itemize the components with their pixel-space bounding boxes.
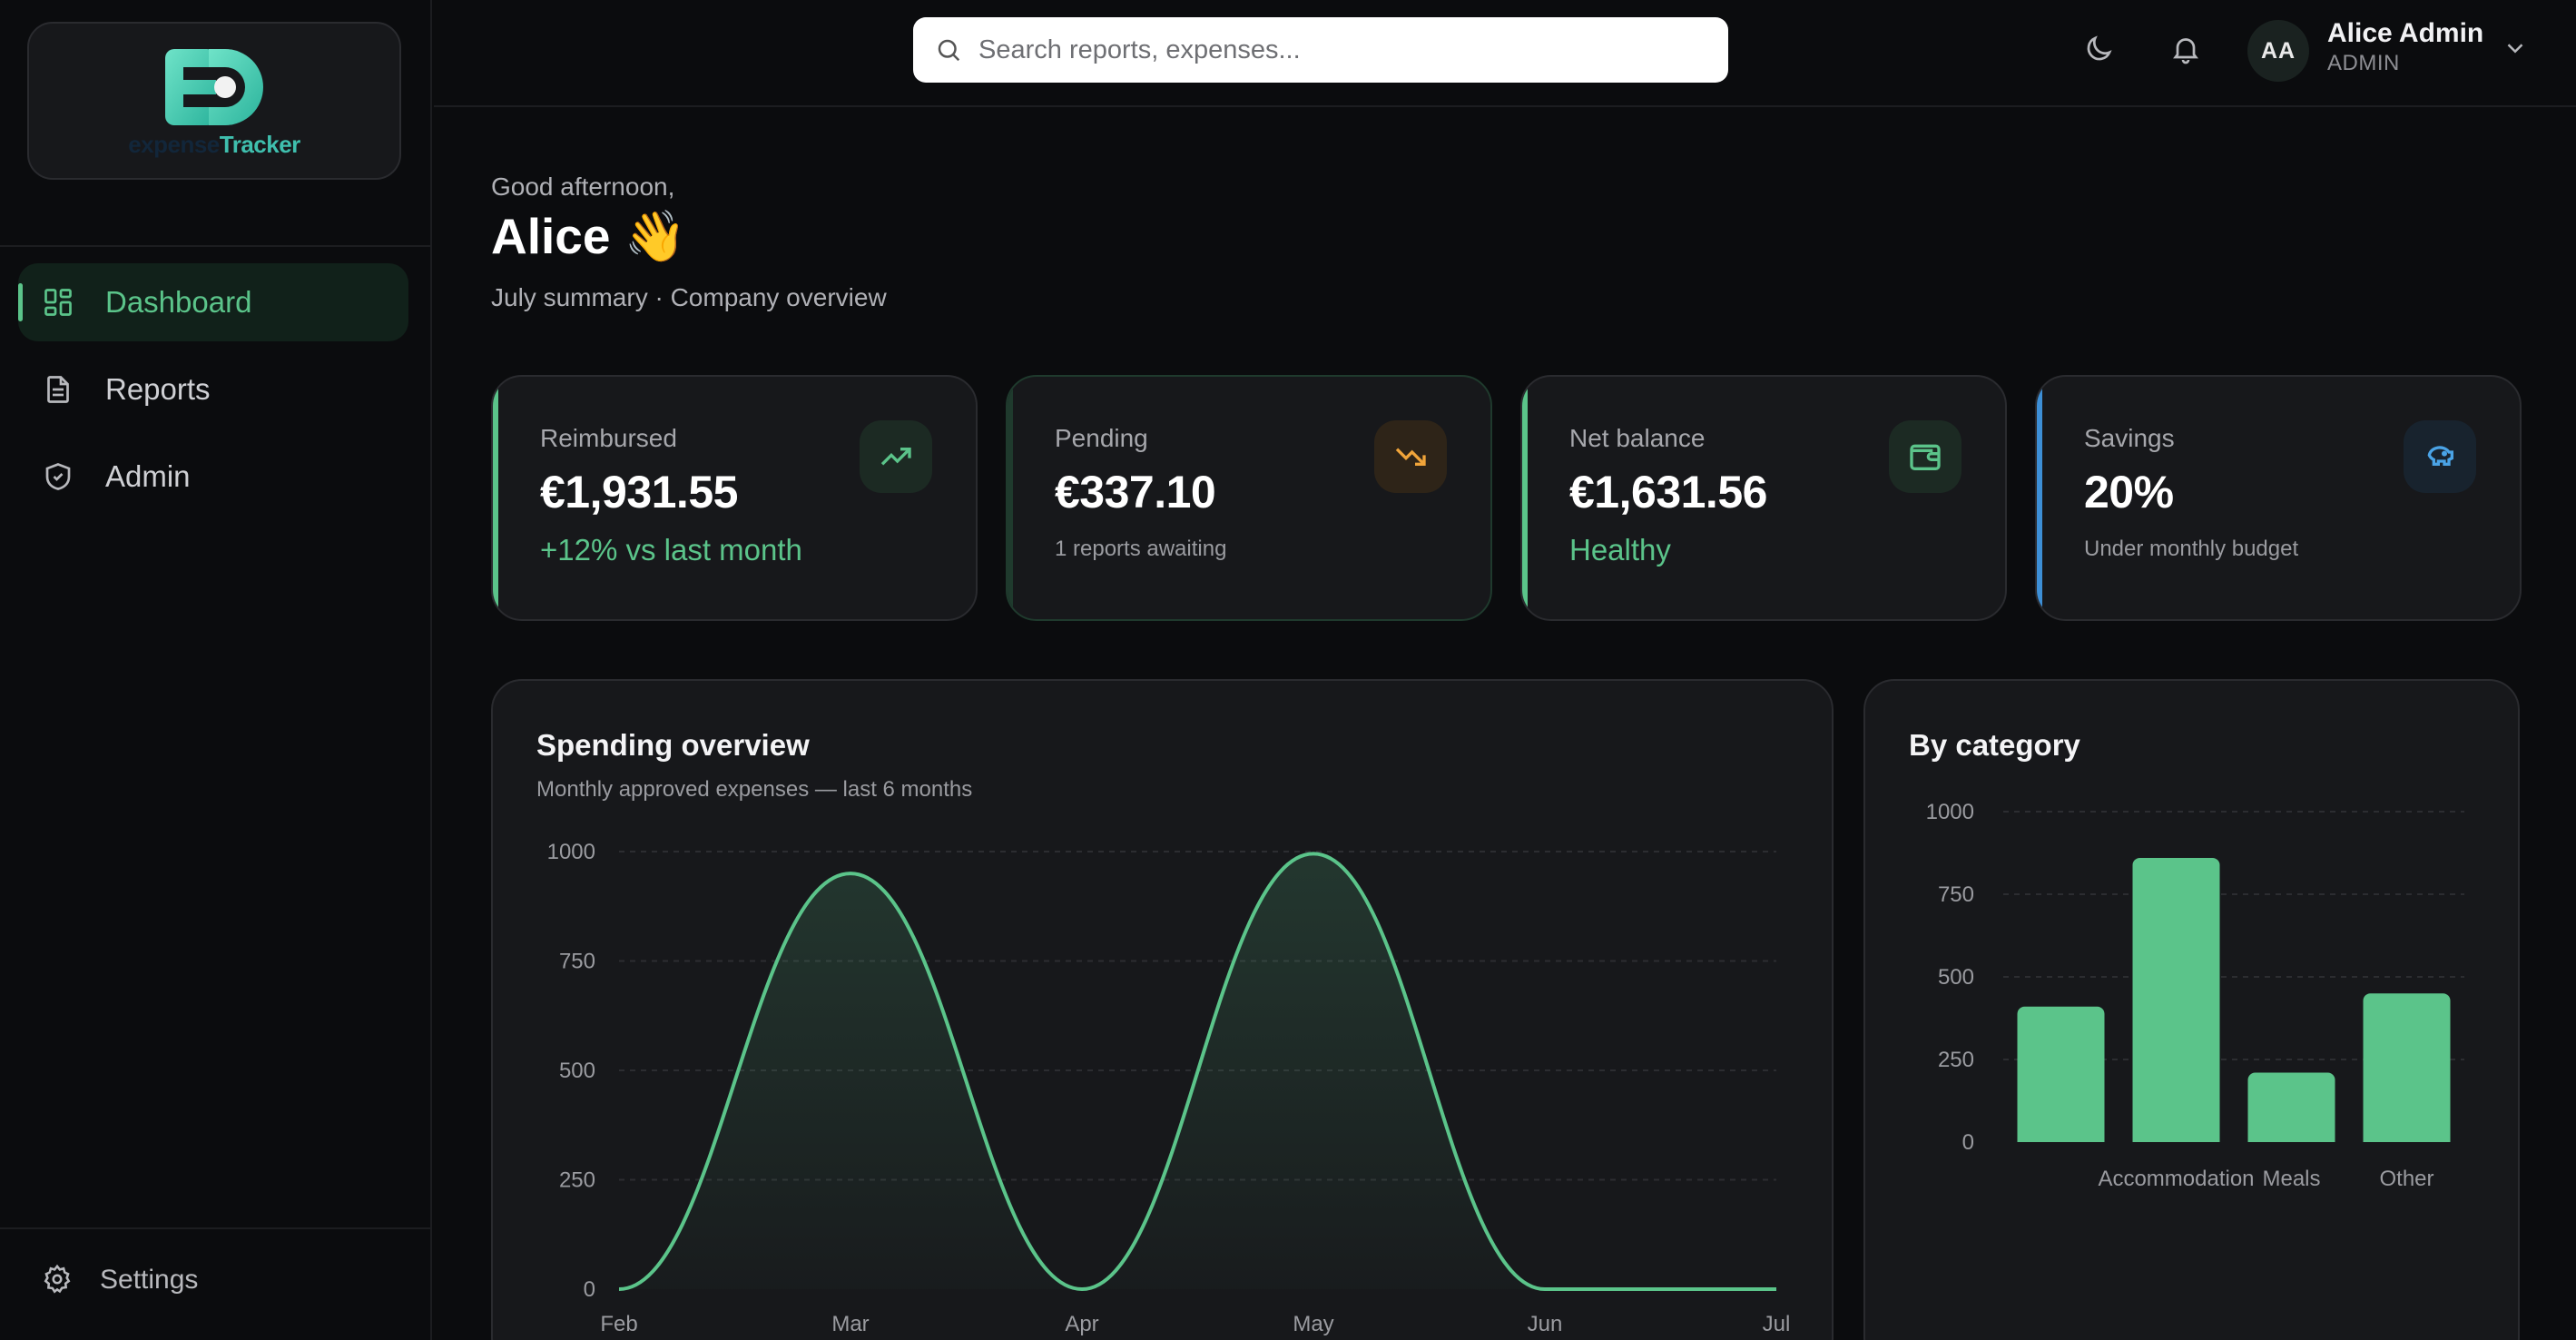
- y-tick-label: 500: [1938, 965, 1974, 990]
- page-title: Alice 👋: [491, 208, 687, 264]
- x-tick-label: Meals: [2262, 1167, 2320, 1191]
- stat-subtext: Under monthly budget: [2084, 537, 2299, 561]
- sidebar-nav: Dashboard Reports Admin: [18, 263, 408, 525]
- search-icon: [938, 39, 960, 62]
- sidebar-item-label: Dashboard: [105, 285, 252, 319]
- logo-text: expenseTracker: [128, 130, 300, 158]
- x-tick-label: Other: [2379, 1167, 2433, 1191]
- stat-label: Pending: [1055, 424, 1148, 452]
- trending-down-icon: [1374, 420, 1447, 493]
- by-category-panel: By category 0 250 500 750 1000 Accommodation M…: [1863, 679, 2520, 1340]
- sidebar-item-label: Admin: [105, 459, 191, 493]
- stat-card-savings: Savings 20% Under monthly budget: [2035, 375, 2522, 621]
- app-logo[interactable]: expenseTracker: [27, 22, 401, 180]
- stat-card-reimbursed: Reimbursed €1,931.55 +12% vs last month: [491, 375, 978, 621]
- avatar[interactable]: AA: [2247, 20, 2309, 82]
- bell-icon[interactable]: [2169, 33, 2202, 65]
- search-box[interactable]: [913, 17, 1728, 83]
- greeting-salutation: Good afternoon,: [491, 172, 675, 201]
- stat-subtext: +12% vs last month: [540, 533, 802, 567]
- user-role: ADMIN: [2327, 51, 2400, 75]
- bar: [2247, 1072, 2335, 1142]
- y-tick-label: 1000: [547, 840, 595, 864]
- spending-overview-panel: Spending overview Monthly approved expen…: [491, 679, 1834, 1340]
- trending-up-icon: [860, 420, 932, 493]
- moon-icon[interactable]: [2082, 33, 2115, 65]
- stat-label: Net balance: [1569, 424, 1706, 452]
- settings-label: Settings: [100, 1265, 199, 1295]
- y-tick-label: 500: [559, 1059, 595, 1083]
- page-subtitle: July summary · Company overview: [491, 283, 887, 311]
- sidebar-item-label: Reports: [105, 372, 211, 406]
- bar: [2017, 1006, 2105, 1142]
- sidebar-item-admin[interactable]: Admin: [18, 438, 408, 516]
- bar: [2363, 993, 2451, 1142]
- sidebar-item-dashboard[interactable]: Dashboard: [18, 263, 408, 341]
- sidebar-divider: [0, 1227, 432, 1229]
- piggy-bank-icon: [2404, 420, 2476, 493]
- sidebar-item-reports[interactable]: Reports: [18, 350, 408, 429]
- x-tick-label: Accommodation: [2098, 1167, 2254, 1191]
- x-tick-label: Feb: [600, 1312, 637, 1336]
- chevron-down-icon[interactable]: [2502, 34, 2529, 62]
- y-tick-label: 250: [559, 1168, 595, 1193]
- y-tick-label: 1000: [1926, 800, 1974, 824]
- x-tick-label: May: [1293, 1312, 1333, 1336]
- stat-subtext: Healthy: [1569, 533, 1671, 567]
- x-tick-label: Jun: [1528, 1312, 1563, 1336]
- category-bar-chart: 0 250 500 750 1000 Accommodation Meals Other: [1926, 800, 2464, 1191]
- spending-line-chart: 0 250 500 750 1000 Feb Mar Apr May Jun Jul: [547, 840, 1791, 1336]
- y-tick-label: 0: [584, 1277, 595, 1302]
- sidebar-item-settings[interactable]: Settings: [42, 1264, 198, 1296]
- wallet-icon: [1889, 420, 1961, 493]
- search-input[interactable]: [978, 34, 1686, 65]
- sidebar: expenseTracker Dashboard Reports Admin S…: [0, 0, 432, 1340]
- stat-value: €337.10: [1055, 467, 1216, 517]
- gear-icon: [42, 1264, 74, 1296]
- stat-value: 20%: [2084, 467, 2174, 517]
- card-accent: [2037, 377, 2042, 619]
- x-tick-label: Jul: [1763, 1312, 1791, 1336]
- top-bar: AA Alice Admin ADMIN: [434, 0, 2576, 107]
- y-tick-label: 750: [1938, 882, 1974, 907]
- y-tick-label: 250: [1938, 1048, 1974, 1072]
- x-tick-label: Mar: [831, 1312, 869, 1336]
- stat-label: Reimbursed: [540, 424, 677, 452]
- logo-icon: [165, 48, 263, 125]
- card-accent: [1008, 377, 1013, 619]
- card-accent: [493, 377, 498, 619]
- stat-value: €1,931.55: [540, 467, 738, 517]
- stat-subtext: 1 reports awaiting: [1055, 537, 1227, 561]
- y-tick-label: 750: [559, 950, 595, 974]
- document-icon: [42, 373, 74, 406]
- stat-card-pending: Pending €337.10 1 reports awaiting: [1006, 375, 1492, 621]
- grid-icon: [42, 286, 74, 319]
- stat-label: Savings: [2084, 424, 2175, 452]
- shield-check-icon: [42, 460, 74, 493]
- sidebar-divider: [0, 245, 432, 247]
- y-tick-label: 0: [1962, 1130, 1974, 1155]
- stat-value: €1,631.56: [1569, 467, 1767, 517]
- stat-card-net-balance: Net balance €1,631.56 Healthy: [1520, 375, 2007, 621]
- user-name[interactable]: Alice Admin: [2327, 18, 2483, 49]
- card-accent: [1522, 377, 1528, 619]
- bar: [2132, 857, 2220, 1142]
- x-tick-label: Apr: [1065, 1312, 1098, 1336]
